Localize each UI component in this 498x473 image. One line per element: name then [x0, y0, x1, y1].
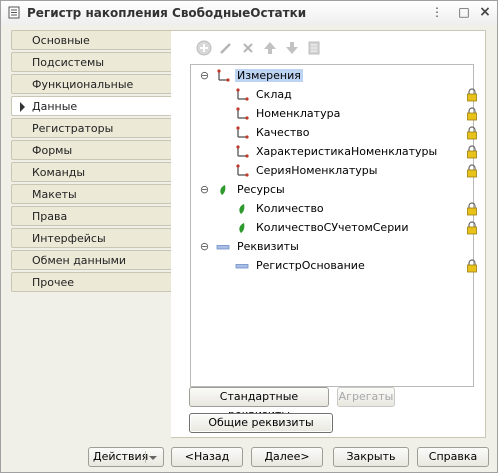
- tree-item-label: Качество: [256, 126, 310, 139]
- sidebar-item-basic[interactable]: Основные: [11, 30, 172, 50]
- sidebar-item-templates[interactable]: Макеты: [11, 184, 172, 204]
- tree-item-label: КоличествоСУчетомСерии: [256, 221, 409, 234]
- tree-item-label: ХарактеристикаНоменклатуры: [256, 145, 438, 158]
- tree-group-attributes[interactable]: ⊖ Реквизиты: [191, 238, 473, 257]
- sidebar-item-rights[interactable]: Права: [11, 206, 172, 226]
- sidebar-item-label: Регистраторы: [32, 122, 114, 135]
- metadata-tree[interactable]: ⊖ Измерения Склад Номенклатура Качество …: [190, 64, 477, 387]
- move-up-icon[interactable]: [261, 39, 279, 57]
- actions-label: Действия: [93, 450, 149, 463]
- sidebar-item-label: Макеты: [32, 188, 77, 201]
- sidebar-item-forms[interactable]: Формы: [11, 140, 172, 160]
- tree-item-label: Номенклатура: [256, 107, 341, 120]
- tree-item-label: РегистрОснование: [256, 259, 365, 272]
- lock-icon: [467, 221, 477, 235]
- sidebar-item-recorders[interactable]: Регистраторы: [11, 118, 172, 138]
- sidebar-item-data-exchange[interactable]: Обмен данными: [11, 250, 172, 270]
- resource-icon: [239, 204, 245, 214]
- aggregates-button[interactable]: Агрегаты: [337, 387, 395, 407]
- sidebar-item-label: Подсистемы: [32, 56, 105, 69]
- tree-item[interactable]: РегистрОснование: [191, 257, 477, 276]
- dimension-icon: [236, 126, 249, 139]
- lock-icon: [467, 107, 477, 121]
- title-bar[interactable]: Регистр накопления СвободныеОстатки ⋮ □ …: [1, 1, 497, 25]
- menu-dots-button[interactable]: ⋮: [429, 5, 445, 20]
- resource-icon: [239, 223, 245, 233]
- register-app-icon: [8, 6, 20, 19]
- sidebar-item-label: Формы: [32, 144, 73, 157]
- sidebar-item-subsystems[interactable]: Подсистемы: [11, 52, 172, 72]
- tree-item-label: СерияНоменклатуры: [256, 164, 378, 177]
- sidebar-item-label: Данные: [32, 100, 78, 113]
- sidebar-item-data[interactable]: Данные: [11, 96, 178, 116]
- tree-item[interactable]: ХарактеристикаНоменклатуры: [191, 143, 477, 162]
- common-attributes-button[interactable]: Общие реквизиты: [189, 413, 333, 433]
- sidebar-item-label: Прочее: [32, 276, 75, 289]
- sidebar-item-functional-options[interactable]: Функциональные опции: [11, 74, 172, 110]
- sidebar-item-label: Обмен данными: [32, 254, 127, 267]
- sidebar-item-label: Команды: [32, 166, 86, 179]
- tree-group-label: Реквизиты: [237, 240, 299, 253]
- attribute-icon: [235, 264, 249, 269]
- dimension-icon: [236, 145, 249, 158]
- data-panel: ⊖ Измерения Склад Номенклатура Качество …: [171, 30, 486, 438]
- resource-icon: [220, 185, 226, 195]
- sidebar-item-interfaces[interactable]: Интерфейсы: [11, 228, 172, 248]
- active-arrow-icon: [20, 102, 25, 112]
- list-icon[interactable]: [305, 39, 323, 57]
- lock-icon: [467, 145, 477, 159]
- sidebar: Основные Подсистемы Функциональные опции…: [11, 30, 178, 294]
- actions-dropdown[interactable]: Действия: [88, 447, 164, 467]
- collapse-icon[interactable]: ⊖: [199, 184, 210, 196]
- tree-item[interactable]: Качество: [191, 124, 477, 143]
- next-button[interactable]: Далее>: [251, 447, 323, 467]
- tree-item[interactable]: КоличествоСУчетомСерии: [191, 219, 477, 238]
- tree-group-label: Измерения: [235, 69, 303, 82]
- dimension-icon: [217, 69, 230, 82]
- tree-item[interactable]: Склад: [191, 86, 477, 105]
- window-title: Регистр накопления СвободныеОстатки: [27, 6, 307, 20]
- sidebar-item-label: Основные: [32, 34, 90, 47]
- collapse-icon[interactable]: ⊖: [199, 70, 210, 82]
- sidebar-item-other[interactable]: Прочее: [11, 272, 172, 292]
- close-window-button[interactable]: ×: [477, 5, 493, 20]
- close-button[interactable]: Закрыть: [333, 447, 409, 467]
- dimension-icon: [236, 88, 249, 101]
- tree-group-dimensions[interactable]: ⊖ Измерения: [191, 67, 473, 86]
- lock-icon: [467, 126, 477, 140]
- tree-group-label: Ресурсы: [237, 183, 285, 196]
- attribute-icon: [216, 245, 230, 250]
- lock-icon: [467, 164, 477, 178]
- add-icon[interactable]: [195, 39, 213, 57]
- maximize-button[interactable]: □: [456, 5, 472, 20]
- delete-icon[interactable]: [239, 39, 257, 57]
- dimension-icon: [236, 164, 249, 177]
- standard-attributes-button[interactable]: Стандартные реквизиты: [189, 387, 329, 421]
- collapse-icon[interactable]: ⊖: [199, 241, 210, 253]
- tree-item-label: Количество: [256, 202, 324, 215]
- edit-icon[interactable]: [217, 39, 235, 57]
- chevron-down-icon: [149, 456, 157, 460]
- dropdown-separator: [145, 451, 146, 463]
- lock-icon: [467, 259, 477, 273]
- sidebar-item-label: Интерфейсы: [32, 232, 106, 245]
- lock-icon: [467, 202, 477, 216]
- back-button[interactable]: <Назад: [171, 447, 243, 467]
- register-editor-window: Регистр накопления СвободныеОстатки ⋮ □ …: [0, 0, 498, 473]
- dimension-icon: [236, 107, 249, 120]
- lock-icon: [467, 88, 477, 102]
- tree-item-label: Склад: [256, 88, 292, 101]
- tree-group-resources[interactable]: ⊖ Ресурсы: [191, 181, 473, 200]
- help-button[interactable]: Справка: [417, 447, 489, 467]
- sidebar-item-commands[interactable]: Команды: [11, 162, 172, 182]
- tree-item[interactable]: Номенклатура: [191, 105, 477, 124]
- sidebar-item-label: Права: [32, 210, 68, 223]
- move-down-icon[interactable]: [283, 39, 301, 57]
- tree-item[interactable]: Количество: [191, 200, 477, 219]
- tree-item[interactable]: СерияНоменклатуры: [191, 162, 477, 181]
